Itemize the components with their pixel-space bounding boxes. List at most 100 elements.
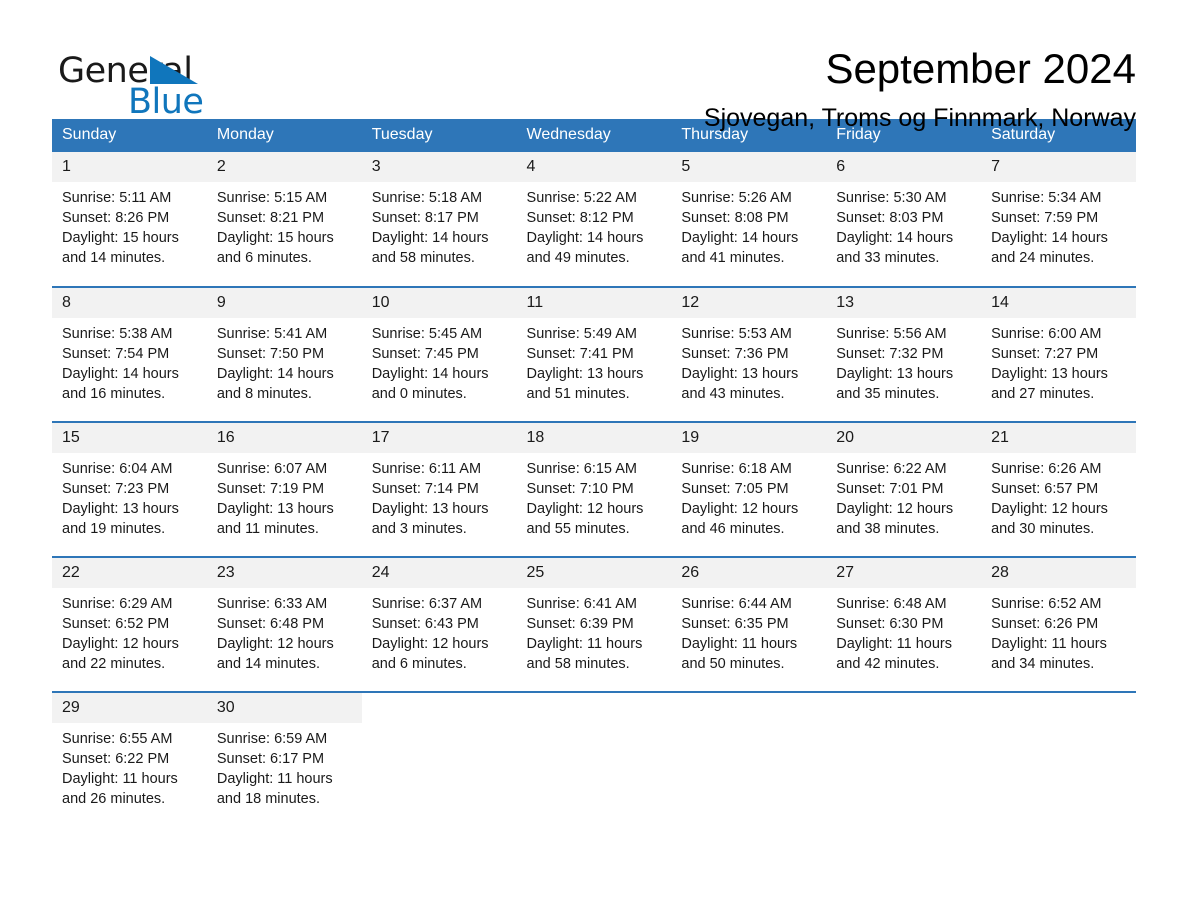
calendar-day-cell[interactable]: 19 Sunrise: 6:18 AM Sunset: 7:05 PM Dayligh… (671, 421, 827, 557)
calendar-day-cell[interactable]: 6 Sunrise: 5:30 AM Sunset: 8:03 PM Daylight… (826, 152, 982, 287)
calendar-day-cell[interactable]: 27 Sunrise: 6:48 AM Sunset: 6:30 PM Dayligh… (826, 556, 982, 692)
daylight-text-line2: and 11 minutes. (216, 521, 319, 537)
calendar-cell-inner: 4 Sunrise: 5:22 AM Sunset: 8:12 PM Daylight… (516, 152, 672, 286)
calendar-cell-inner: 17 Sunrise: 6:11 AM Sunset: 7:14 PM Dayligh… (361, 423, 517, 556)
day-number: 17 (361, 423, 517, 453)
sunset-text: Sunset: 6:43 PM (371, 616, 479, 632)
calendar-day-cell[interactable]: 13 Sunrise: 5:56 AM Sunset: 7:32 PM Dayligh… (826, 286, 982, 422)
daylight-text-line2: and 26 minutes. (62, 791, 166, 807)
daylight-text-line1: Daylight: 12 hours (371, 636, 489, 652)
daylight-text-line1: Daylight: 13 hours (216, 501, 334, 517)
calendar-cell-inner: 26 Sunrise: 6:44 AM Sunset: 6:35 PM Dayligh… (671, 558, 827, 691)
day-number: 19 (671, 423, 827, 453)
sunset-text: Sunset: 8:17 PM (371, 210, 479, 226)
sunrise-text: Sunrise: 6:18 AM (681, 461, 792, 477)
sunset-text: Sunset: 6:17 PM (216, 751, 325, 767)
calendar-cell-inner: 14 Sunrise: 6:00 AM Sunset: 7:27 PM Dayligh… (981, 288, 1136, 421)
calendar-cell-inner: 30 Sunrise: 6:59 AM Sunset: 6:17 PM Dayligh… (206, 693, 362, 812)
calendar-cell-inner: 23 Sunrise: 6:33 AM Sunset: 6:48 PM Dayligh… (206, 558, 362, 691)
daylight-text-line2: and 58 minutes. (526, 656, 630, 672)
calendar-day-cell[interactable]: 30 Sunrise: 6:59 AM Sunset: 6:17 PM Dayligh… (206, 691, 362, 812)
sunset-text: Sunset: 7:27 PM (991, 346, 1099, 362)
calendar-day-cell[interactable]: 24 Sunrise: 6:37 AM Sunset: 6:43 PM Dayligh… (361, 556, 517, 692)
daylight-text-line1: Daylight: 13 hours (371, 501, 489, 517)
sunrise-text: Sunrise: 5:22 AM (526, 190, 637, 206)
calendar-cell-inner (826, 693, 981, 812)
daylight-text-line1: Daylight: 14 hours (216, 366, 334, 382)
day-number: 9 (206, 288, 362, 318)
calendar-day-cell[interactable]: 11 Sunrise: 5:49 AM Sunset: 7:41 PM Dayligh… (516, 286, 672, 422)
daylight-text-line2: and 16 minutes. (62, 386, 166, 402)
day-number: 22 (52, 558, 207, 588)
day-number (826, 693, 981, 704)
sunrise-text: Sunrise: 5:30 AM (836, 190, 947, 206)
calendar-body: 1 Sunrise: 5:11 AM Sunset: 8:26 PM Daylight… (52, 152, 1136, 812)
calendar-day-cell[interactable]: 2 Sunrise: 5:15 AM Sunset: 8:21 PM Daylight… (206, 152, 362, 287)
sunset-text: Sunset: 7:41 PM (526, 346, 634, 362)
calendar-day-cell[interactable]: 16 Sunrise: 6:07 AM Sunset: 7:19 PM Dayligh… (206, 421, 362, 557)
calendar-cell-inner: 6 Sunrise: 5:30 AM Sunset: 8:03 PM Daylight… (826, 152, 982, 286)
sunrise-text: Sunrise: 5:15 AM (216, 190, 328, 206)
general-blue-logo[interactable]: General Blue (52, 44, 252, 124)
day-number: 29 (52, 693, 207, 723)
calendar-day-cell[interactable]: 3 Sunrise: 5:18 AM Sunset: 8:17 PM Daylight… (361, 152, 517, 287)
daylight-text-line2: and 22 minutes. (62, 656, 166, 672)
calendar-day-cell[interactable]: 26 Sunrise: 6:44 AM Sunset: 6:35 PM Dayligh… (671, 556, 827, 692)
calendar-day-cell[interactable]: 1 Sunrise: 5:11 AM Sunset: 8:26 PM Daylight… (52, 152, 207, 287)
daylight-text-line2: and 50 minutes. (681, 656, 785, 672)
calendar-day-cell[interactable]: 4 Sunrise: 5:22 AM Sunset: 8:12 PM Daylight… (516, 152, 672, 287)
sunrise-text: Sunrise: 6:44 AM (681, 596, 792, 612)
day-details: Sunrise: 6:37 AM Sunset: 6:43 PM Daylight:… (362, 588, 517, 674)
sunrise-text: Sunrise: 6:00 AM (991, 326, 1102, 342)
sunset-text: Sunset: 7:36 PM (681, 346, 789, 362)
calendar-cell-inner: 27 Sunrise: 6:48 AM Sunset: 6:30 PM Dayligh… (826, 558, 982, 691)
page-header: General Blue September 2024 Sjovegan, Tr… (52, 0, 1136, 132)
calendar-cell-inner: 20 Sunrise: 6:22 AM Sunset: 7:01 PM Dayligh… (826, 423, 982, 556)
sunset-text: Sunset: 7:23 PM (62, 481, 170, 497)
day-details: Sunrise: 5:45 AM Sunset: 7:45 PM Daylight:… (362, 318, 517, 404)
daylight-text-line2: and 14 minutes. (216, 656, 321, 672)
daylight-text-line1: Daylight: 11 hours (991, 636, 1107, 652)
calendar-day-cell[interactable]: 18 Sunrise: 6:15 AM Sunset: 7:10 PM Dayligh… (516, 421, 672, 557)
day-details: Sunrise: 5:11 AM Sunset: 8:26 PM Daylight:… (52, 182, 207, 268)
calendar-day-cell[interactable]: 21 Sunrise: 6:26 AM Sunset: 6:57 PM Dayligh… (981, 421, 1136, 557)
day-details (826, 704, 981, 710)
calendar-day-cell[interactable]: 12 Sunrise: 5:53 AM Sunset: 7:36 PM Dayligh… (671, 286, 827, 422)
sunset-text: Sunset: 8:03 PM (836, 210, 944, 226)
calendar-day-cell[interactable]: 7 Sunrise: 5:34 AM Sunset: 7:59 PM Daylight… (981, 152, 1136, 287)
day-number (362, 693, 517, 704)
sunrise-text: Sunrise: 6:29 AM (62, 596, 173, 612)
calendar-day-cell[interactable]: 22 Sunrise: 6:29 AM Sunset: 6:52 PM Dayligh… (52, 556, 207, 692)
day-number: 1 (52, 152, 207, 182)
calendar-cell-inner: 11 Sunrise: 5:49 AM Sunset: 7:41 PM Dayligh… (516, 288, 672, 421)
calendar-day-cell[interactable]: 15 Sunrise: 6:04 AM Sunset: 7:23 PM Dayligh… (52, 421, 207, 557)
day-number: 8 (52, 288, 207, 318)
calendar-day-cell[interactable]: 28 Sunrise: 6:52 AM Sunset: 6:26 PM Dayligh… (981, 556, 1136, 692)
calendar-day-cell[interactable]: 10 Sunrise: 5:45 AM Sunset: 7:45 PM Dayligh… (361, 286, 517, 422)
sunrise-text: Sunrise: 6:22 AM (836, 461, 947, 477)
day-number: 25 (516, 558, 672, 588)
daylight-text-line1: Daylight: 15 hours (216, 230, 334, 246)
calendar-day-cell[interactable]: 29 Sunrise: 6:55 AM Sunset: 6:22 PM Dayligh… (52, 691, 207, 812)
sunset-text: Sunset: 6:30 PM (836, 616, 944, 632)
sunrise-text: Sunrise: 6:07 AM (216, 461, 328, 477)
daylight-text-line1: Daylight: 12 hours (526, 501, 644, 517)
calendar-day-cell[interactable]: 14 Sunrise: 6:00 AM Sunset: 7:27 PM Dayligh… (981, 286, 1136, 422)
calendar-day-cell[interactable]: 17 Sunrise: 6:11 AM Sunset: 7:14 PM Dayligh… (361, 421, 517, 557)
sunrise-text: Sunrise: 5:38 AM (62, 326, 173, 342)
calendar-day-cell[interactable]: 20 Sunrise: 6:22 AM Sunset: 7:01 PM Dayligh… (826, 421, 982, 557)
daylight-text-line2: and 14 minutes. (62, 250, 166, 266)
calendar-day-cell[interactable]: 8 Sunrise: 5:38 AM Sunset: 7:54 PM Daylight… (52, 286, 207, 422)
sunrise-text: Sunrise: 5:26 AM (681, 190, 792, 206)
calendar-cell-inner: 2 Sunrise: 5:15 AM Sunset: 8:21 PM Daylight… (206, 152, 362, 286)
daylight-text-line1: Daylight: 14 hours (991, 230, 1108, 246)
calendar-day-cell[interactable]: 25 Sunrise: 6:41 AM Sunset: 6:39 PM Dayligh… (516, 556, 672, 692)
sunrise-text: Sunrise: 6:33 AM (216, 596, 328, 612)
calendar-day-cell[interactable]: 9 Sunrise: 5:41 AM Sunset: 7:50 PM Daylight… (206, 286, 362, 422)
day-details: Sunrise: 6:00 AM Sunset: 7:27 PM Daylight:… (981, 318, 1136, 404)
calendar-day-cell[interactable]: 23 Sunrise: 6:33 AM Sunset: 6:48 PM Dayligh… (206, 556, 362, 692)
day-number (671, 693, 826, 704)
calendar-day-cell[interactable]: 5 Sunrise: 5:26 AM Sunset: 8:08 PM Daylight… (671, 152, 827, 287)
daylight-text-line1: Daylight: 11 hours (681, 636, 798, 652)
calendar-cell-inner: 19 Sunrise: 6:18 AM Sunset: 7:05 PM Dayligh… (671, 423, 827, 556)
